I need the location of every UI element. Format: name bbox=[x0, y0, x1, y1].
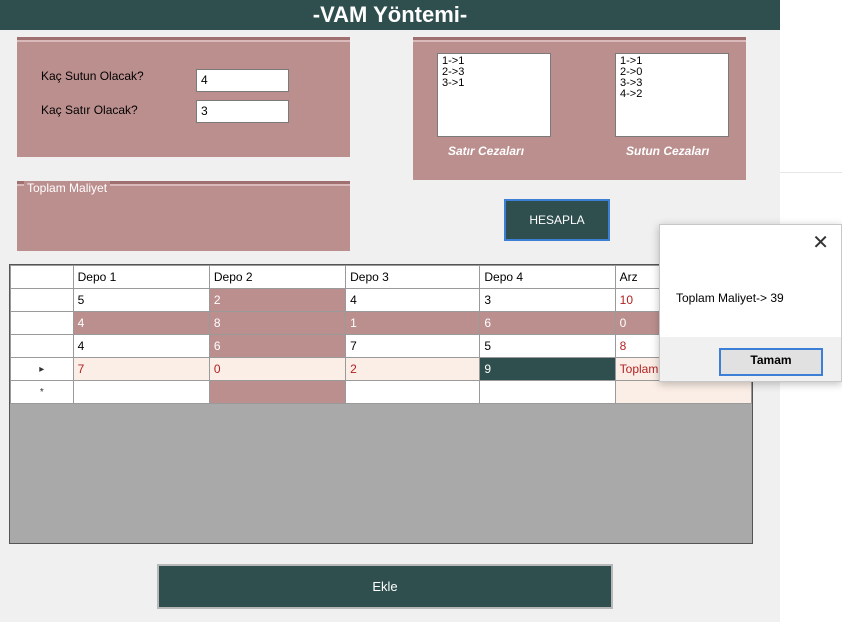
grid-cell[interactable]: 6 bbox=[208, 334, 347, 358]
grid-cell[interactable] bbox=[614, 380, 753, 404]
list-item[interactable]: 4->2 bbox=[620, 89, 724, 100]
grid-cell[interactable] bbox=[479, 380, 616, 404]
grid-table: Depo 1 Depo 2 Depo 3 Depo 4 Arz 5 2 4 3 … bbox=[10, 265, 753, 404]
table-row-new[interactable]: * bbox=[10, 380, 753, 404]
grid-cell[interactable]: 1 bbox=[345, 311, 481, 335]
grid-cell[interactable]: 2 bbox=[208, 288, 347, 312]
grid-cell[interactable]: 5 bbox=[479, 334, 616, 358]
ekle-button[interactable]: Ekle bbox=[157, 564, 613, 609]
grid-cell[interactable] bbox=[345, 380, 481, 404]
grid-cell[interactable]: 4 bbox=[72, 334, 210, 358]
column-header[interactable]: Depo 3 bbox=[345, 265, 481, 289]
column-header[interactable]: Depo 2 bbox=[208, 265, 347, 289]
table-row[interactable]: 5 2 4 3 10 bbox=[10, 288, 753, 312]
dialog-footer: Tamam bbox=[660, 337, 841, 381]
grid-cell[interactable] bbox=[208, 380, 347, 404]
ok-button[interactable]: Tamam bbox=[719, 348, 823, 376]
list-item[interactable]: 3->1 bbox=[442, 78, 546, 89]
data-grid[interactable]: Depo 1 Depo 2 Depo 3 Depo 4 Arz 5 2 4 3 … bbox=[9, 264, 753, 544]
table-row[interactable]: 4 6 7 5 8 bbox=[10, 334, 753, 358]
row-header-corner bbox=[10, 265, 74, 289]
grid-cell[interactable]: 8 bbox=[208, 311, 347, 335]
cols-input[interactable]: 4 bbox=[196, 69, 289, 92]
grid-cell-selected[interactable]: 9 bbox=[479, 357, 616, 381]
new-row-asterisk-icon[interactable]: * bbox=[10, 380, 74, 404]
grid-cell[interactable]: 2 bbox=[345, 357, 481, 381]
grid-cell[interactable]: 4 bbox=[345, 288, 481, 312]
rows-input[interactable]: 3 bbox=[196, 100, 289, 123]
row-marker[interactable] bbox=[10, 288, 74, 312]
total-cost-group-label: Toplam Maliyet bbox=[24, 181, 111, 195]
grid-cell[interactable]: 3 bbox=[479, 288, 616, 312]
grid-cell[interactable]: 4 bbox=[72, 311, 210, 335]
size-input-group bbox=[17, 37, 350, 157]
row-penalties-list[interactable]: 1->1 2->3 3->1 bbox=[437, 53, 551, 137]
page-title: -VAM Yöntemi- bbox=[0, 0, 780, 30]
close-icon[interactable]: ✕ bbox=[812, 233, 829, 253]
dialog-message: Toplam Maliyet-> 39 bbox=[676, 291, 784, 305]
rows-label: Kaç Satır Olacak? bbox=[41, 103, 138, 117]
row-marker[interactable] bbox=[10, 311, 74, 335]
current-row-arrow-icon[interactable]: ▸ bbox=[10, 357, 74, 381]
row-penalties-label: Satır Cezaları bbox=[448, 144, 525, 158]
grid-header-row: Depo 1 Depo 2 Depo 3 Depo 4 Arz bbox=[10, 265, 753, 289]
background-divider bbox=[780, 172, 842, 173]
column-header[interactable]: Depo 4 bbox=[479, 265, 616, 289]
cols-label: Kaç Sutun Olacak? bbox=[41, 69, 144, 83]
grid-cell[interactable]: 7 bbox=[72, 357, 210, 381]
row-marker[interactable] bbox=[10, 334, 74, 358]
grid-cell[interactable]: 0 bbox=[208, 357, 347, 381]
table-row[interactable]: ▸ 7 0 2 9 Toplam Maliyet bbox=[10, 357, 753, 381]
column-header[interactable]: Depo 1 bbox=[72, 265, 210, 289]
grid-cell[interactable] bbox=[72, 380, 210, 404]
col-penalties-list[interactable]: 1->1 2->0 3->3 4->2 bbox=[615, 53, 729, 137]
grid-cell[interactable]: 6 bbox=[479, 311, 616, 335]
hesapla-button[interactable]: HESAPLA bbox=[504, 199, 610, 241]
grid-cell[interactable]: 7 bbox=[345, 334, 481, 358]
col-penalties-label: Sutun Cezaları bbox=[626, 144, 710, 158]
grid-cell[interactable]: 5 bbox=[72, 288, 210, 312]
message-dialog: ✕ Toplam Maliyet-> 39 Tamam bbox=[659, 224, 842, 382]
table-row[interactable]: 4 8 1 6 0 bbox=[10, 311, 753, 335]
